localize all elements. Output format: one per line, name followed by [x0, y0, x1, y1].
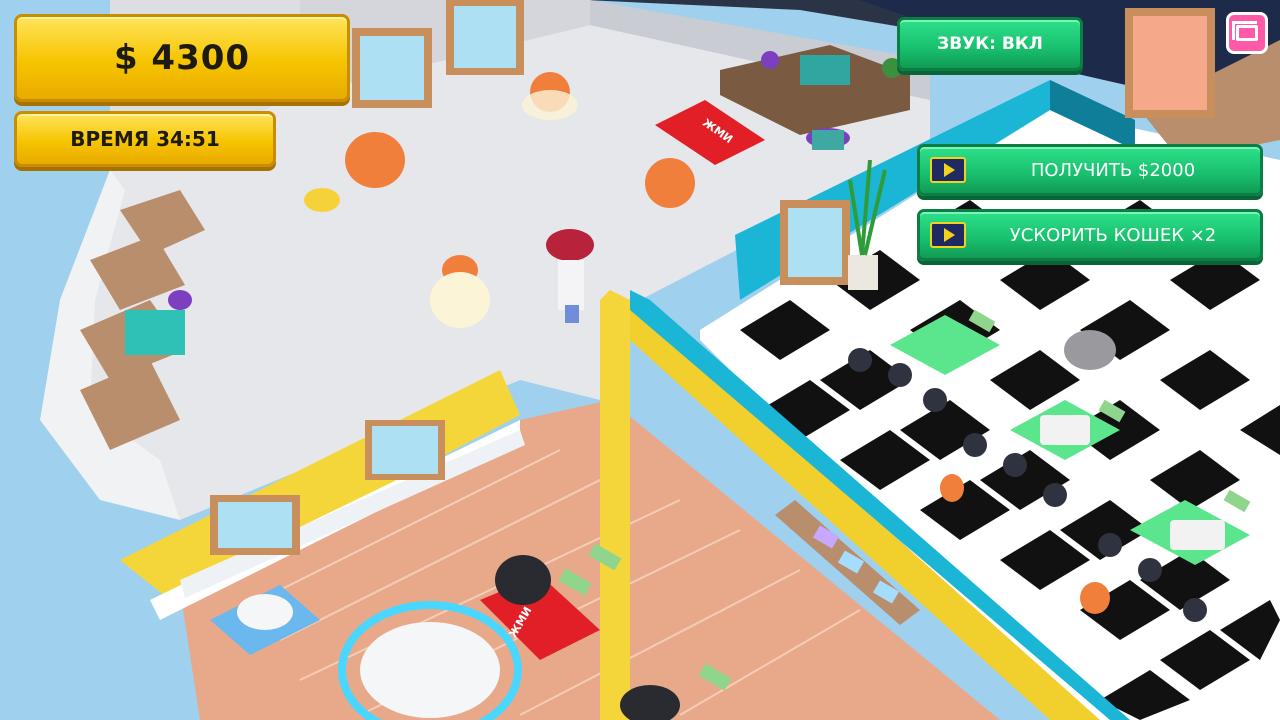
video-play-icon [930, 222, 966, 248]
speed-up-cats-label: УСКОРИТЬ КОШЕК ×2 [1009, 224, 1217, 246]
window-switch-icon[interactable] [1226, 12, 1268, 54]
get-money-label: ПОЛУЧИТЬ $2000 [1030, 159, 1196, 181]
bath-tub[interactable] [360, 622, 500, 718]
get-money-ad-button[interactable]: ПОЛУЧИТЬ $2000 [917, 144, 1263, 196]
sound-toggle-button[interactable]: ЗВУК: ВКЛ [897, 17, 1083, 71]
player-character [546, 229, 594, 261]
money-counter: $ 4300 [14, 14, 350, 102]
timer-display: ВРЕМЯ 34:51 [14, 111, 276, 167]
game-scene: ЖМИ ЖМИ [0, 0, 1280, 720]
speed-up-cats-ad-button[interactable]: УСКОРИТЬ КОШЕК ×2 [917, 209, 1263, 261]
video-play-icon [930, 157, 966, 183]
